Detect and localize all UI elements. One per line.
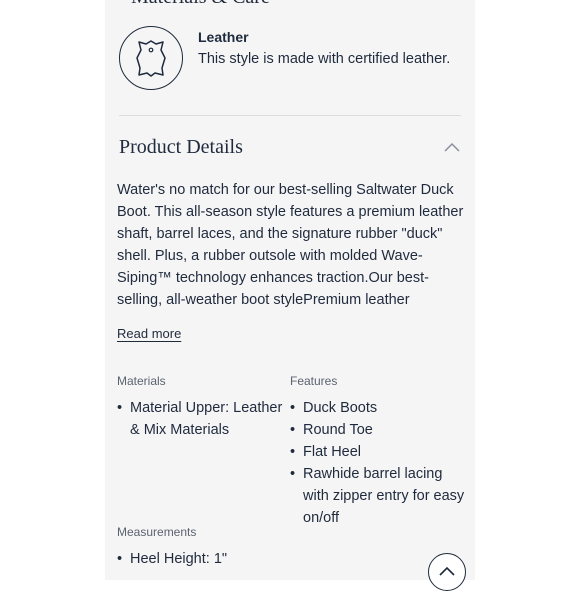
features-item: Round Toe: [290, 419, 465, 441]
chevron-up-icon[interactable]: [443, 140, 461, 154]
scroll-to-top-button[interactable]: [428, 553, 466, 591]
leather-hide-icon: [136, 40, 166, 77]
materials-list: Material Upper: Leather & Mix Materials: [117, 397, 287, 441]
features-list: Duck Boots Round Toe Flat Heel Rawhide b…: [290, 397, 465, 529]
product-details-title: Product Details: [119, 136, 243, 158]
features-label: Features: [290, 374, 338, 388]
leather-badge: [119, 26, 183, 90]
leather-title: Leather: [198, 29, 249, 45]
section-above-title: Materials & Care: [131, 0, 270, 9]
measurements-label: Measurements: [117, 525, 197, 539]
product-panel: Materials & Care Leather This style is m…: [105, 0, 475, 580]
features-item: Duck Boots: [290, 397, 465, 419]
leather-description: This style is made with certified leathe…: [198, 51, 451, 67]
measurements-item: Heel Height: 1": [117, 548, 317, 570]
divider: [119, 115, 461, 116]
product-description: Water's no match for our best-selling Sa…: [117, 182, 464, 308]
materials-item: Material Upper: Leather & Mix Materials: [117, 397, 287, 441]
read-more-link[interactable]: Read more: [117, 326, 181, 341]
measurements-list: Heel Height: 1": [117, 548, 317, 570]
materials-label: Materials: [117, 374, 166, 388]
chevron-up-icon: [439, 566, 455, 576]
product-details-header[interactable]: Product Details: [119, 128, 461, 168]
features-item: Flat Heel: [290, 441, 465, 463]
features-item: Rawhide barrel lacing with zipper entry …: [290, 463, 465, 529]
